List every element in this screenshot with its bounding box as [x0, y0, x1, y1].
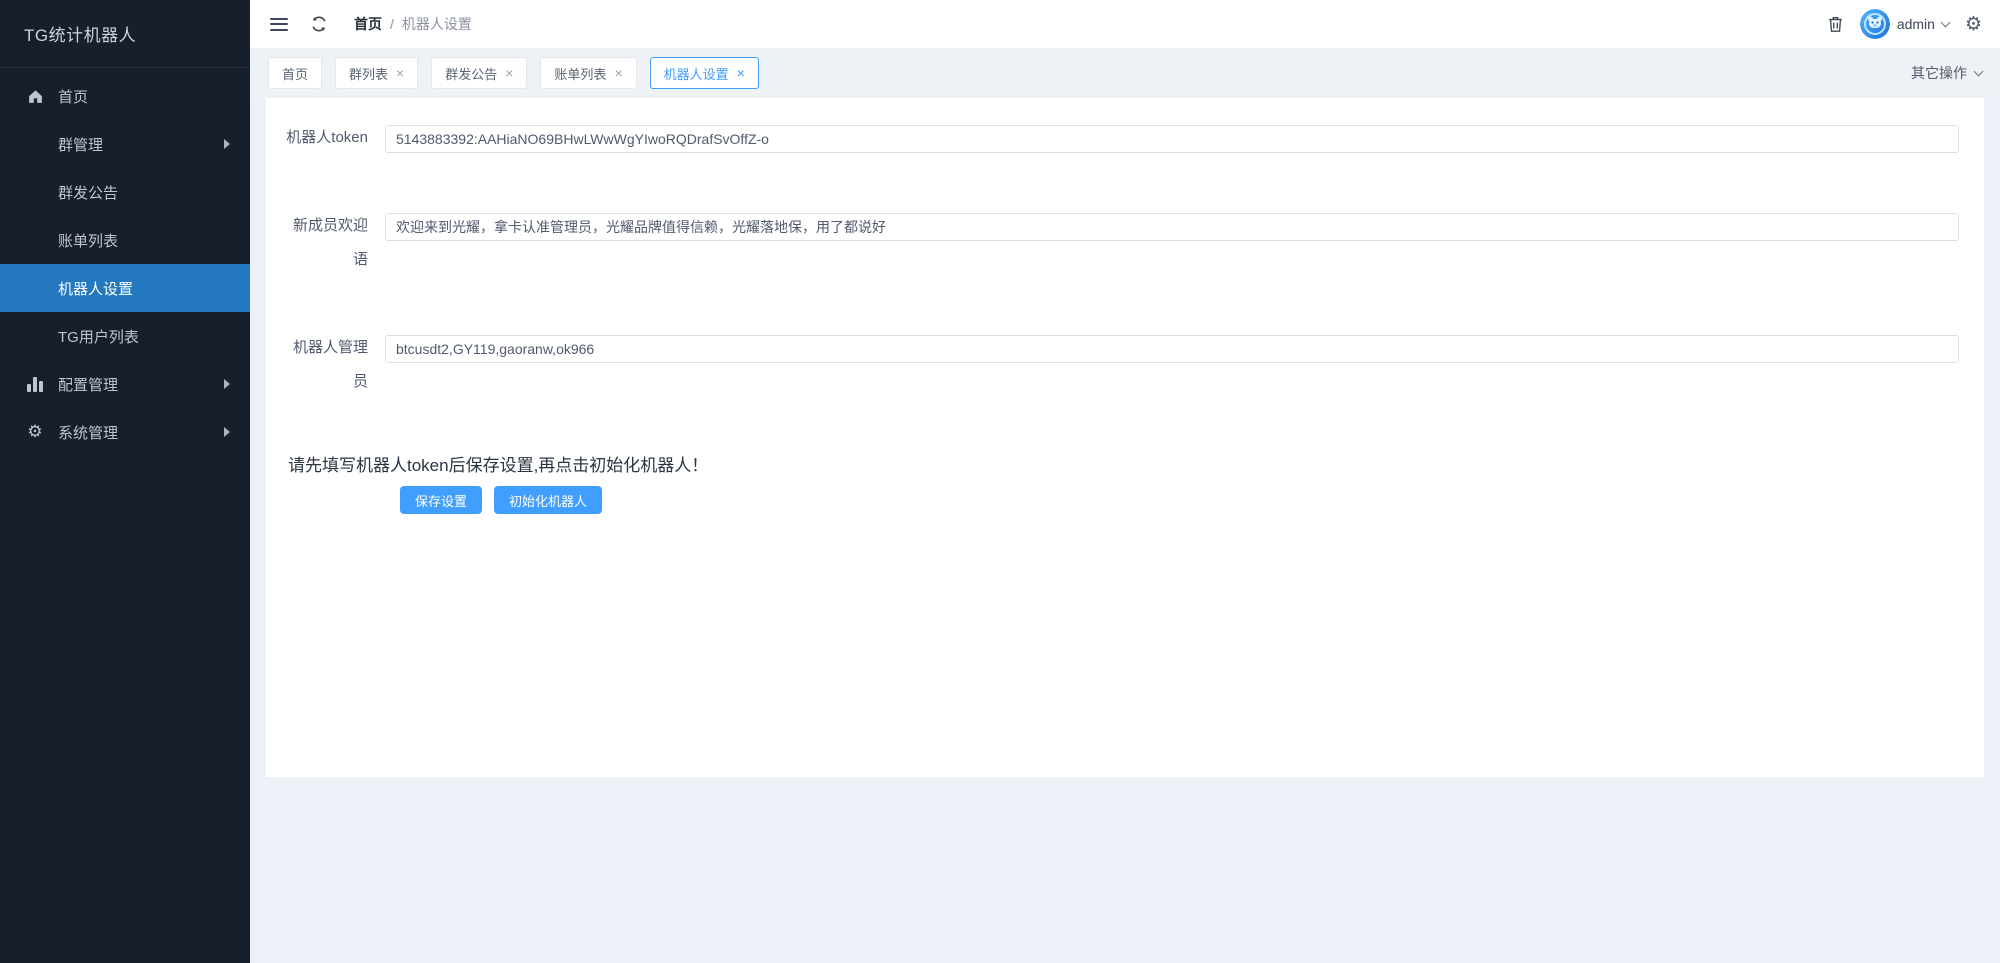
collapse-menu-icon[interactable] [270, 18, 288, 31]
close-icon[interactable]: × [396, 66, 404, 80]
sidebar-nav: 首页 群管理 群发公告 账单列表 机器人设置 TG用户列表 [0, 68, 250, 456]
sidebar: TG统计机器人 首页 群管理 群发公告 账单列表 [0, 0, 250, 963]
button-row: 保存设置 初始化机器人 [400, 486, 1959, 514]
refresh-icon[interactable] [310, 15, 328, 33]
grid-icon [26, 327, 44, 345]
more-operations-dropdown[interactable]: 其它操作 [1911, 63, 1982, 83]
setup-hint-text: 请先填写机器人token后保存设置,再点击初始化机器人！ [288, 451, 1959, 476]
user-name: admin [1897, 16, 1935, 32]
sidebar-item-label: 群管理 [58, 134, 103, 155]
content-area: 机器人token 新成员欢迎语 机器人管理员 请先填写机器人token后保存设置… [250, 98, 2000, 963]
bot-token-input[interactable] [385, 125, 1959, 153]
header-actions: admin ⚙ [1827, 9, 1982, 39]
form-row-welcome: 新成员欢迎语 [286, 213, 1959, 277]
sidebar-item-home[interactable]: 首页 [0, 72, 250, 120]
bar-chart-icon [26, 377, 44, 392]
main-area: 首页 / 机器人设置 [250, 0, 2000, 963]
bot-admins-label: 机器人管理员 [286, 331, 368, 399]
tab-bot-settings[interactable]: 机器人设置 × [650, 57, 759, 89]
user-avatar [1860, 9, 1890, 39]
breadcrumb-separator: / [390, 16, 394, 32]
grid-icon [26, 279, 44, 297]
sidebar-item-broadcast[interactable]: 群发公告 [0, 168, 250, 216]
welcome-message-label: 新成员欢迎语 [286, 209, 368, 277]
form-row-admins: 机器人管理员 [286, 335, 1959, 399]
grid-icon [26, 135, 44, 153]
settings-card: 机器人token 新成员欢迎语 机器人管理员 请先填写机器人token后保存设置… [266, 98, 1984, 777]
sidebar-item-label: 配置管理 [58, 374, 118, 395]
tab-label: 账单列表 [554, 64, 606, 83]
settings-gear-icon[interactable]: ⚙ [1965, 15, 1982, 34]
chevron-right-icon [224, 139, 230, 149]
welcome-message-input[interactable] [385, 213, 1959, 241]
sidebar-item-bot-settings[interactable]: 机器人设置 [0, 264, 250, 312]
save-settings-button[interactable]: 保存设置 [400, 486, 482, 514]
trash-icon[interactable] [1827, 15, 1844, 33]
app-title: TG统计机器人 [0, 0, 250, 68]
close-icon[interactable]: × [737, 66, 745, 80]
form-row-token: 机器人token [286, 125, 1959, 155]
tab-home[interactable]: 首页 [268, 57, 322, 89]
sidebar-item-system-manage[interactable]: ⚙ 系统管理 [0, 408, 250, 456]
close-icon[interactable]: × [614, 66, 622, 80]
app-window: TG统计机器人 首页 群管理 群发公告 账单列表 [0, 0, 2000, 963]
sidebar-item-label: 账单列表 [58, 230, 118, 251]
sidebar-item-group-manage[interactable]: 群管理 [0, 120, 250, 168]
gear-icon: ⚙ [26, 423, 44, 441]
tab-broadcast[interactable]: 群发公告 × [431, 57, 527, 89]
breadcrumb-home[interactable]: 首页 [354, 14, 382, 34]
bot-token-label: 机器人token [286, 121, 368, 155]
more-operations-label: 其它操作 [1911, 63, 1967, 83]
sidebar-item-label: 群发公告 [58, 182, 118, 203]
sidebar-item-tg-users[interactable]: TG用户列表 [0, 312, 250, 360]
sidebar-item-label: 首页 [58, 86, 88, 107]
breadcrumb: 首页 / 机器人设置 [354, 14, 472, 34]
sidebar-item-bill-list[interactable]: 账单列表 [0, 216, 250, 264]
tab-label: 群发公告 [445, 64, 497, 83]
bot-admins-input[interactable] [385, 335, 1959, 363]
tab-label: 机器人设置 [664, 64, 729, 83]
sidebar-item-label: TG用户列表 [58, 326, 139, 347]
top-header: 首页 / 机器人设置 [250, 0, 2000, 48]
tab-bar: 首页 群列表 × 群发公告 × 账单列表 × 机器人设置 × 其它操作 [250, 48, 2000, 98]
user-menu[interactable]: admin [1860, 9, 1949, 39]
grid-icon [26, 183, 44, 201]
chevron-down-icon [1941, 17, 1951, 27]
close-icon[interactable]: × [505, 66, 513, 80]
home-icon [26, 87, 44, 105]
sidebar-item-label: 机器人设置 [58, 278, 133, 299]
chevron-down-icon [1974, 66, 1984, 76]
sidebar-item-label: 系统管理 [58, 422, 118, 443]
tab-label: 首页 [282, 64, 308, 83]
tab-bill-list[interactable]: 账单列表 × [540, 57, 636, 89]
breadcrumb-current: 机器人设置 [402, 14, 472, 34]
chevron-right-icon [224, 427, 230, 437]
init-bot-button[interactable]: 初始化机器人 [494, 486, 602, 514]
grid-icon [26, 231, 44, 249]
chevron-right-icon [224, 379, 230, 389]
sidebar-item-config-manage[interactable]: 配置管理 [0, 360, 250, 408]
tab-label: 群列表 [349, 64, 388, 83]
tab-group-list[interactable]: 群列表 × [335, 57, 418, 89]
